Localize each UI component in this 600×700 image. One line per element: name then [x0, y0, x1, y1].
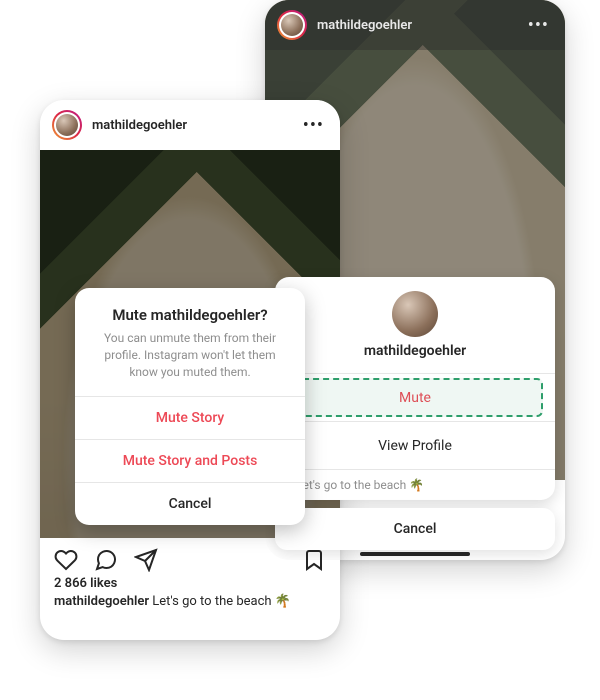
- avatar-story-ring[interactable]: [52, 110, 82, 140]
- sheet-username: mathildegoehler: [275, 343, 555, 373]
- mute-story-button[interactable]: Mute Story: [75, 396, 305, 439]
- avatar-image: [281, 14, 303, 36]
- bookmark-icon[interactable]: [302, 548, 326, 572]
- mute-story-and-posts-button[interactable]: Mute Story and Posts: [75, 439, 305, 482]
- avatar-story-ring[interactable]: [277, 10, 307, 40]
- post-caption: mathildegoehler Let's go to the beach 🌴: [40, 591, 340, 623]
- heart-icon[interactable]: [54, 548, 78, 572]
- sheet-caption-preview: r Let's go to the beach 🌴: [275, 469, 555, 500]
- share-icon[interactable]: [134, 548, 158, 572]
- action-sheet-card: mathildegoehler Mute View Profile r Let'…: [275, 277, 555, 500]
- sheet-avatar: [392, 291, 438, 337]
- phone-screen-mute-confirm: mathildegoehler ••• Mute mathildegoehler…: [40, 100, 340, 640]
- mute-label: Mute: [399, 390, 431, 406]
- home-indicator: [360, 552, 470, 556]
- mute-option[interactable]: Mute: [275, 373, 555, 421]
- view-profile-label: View Profile: [378, 438, 452, 454]
- post-header: mathildegoehler •••: [40, 100, 340, 150]
- post-header: mathildegoehler •••: [265, 0, 565, 50]
- view-profile-option[interactable]: View Profile: [275, 421, 555, 469]
- post-username[interactable]: mathildegoehler: [317, 18, 524, 33]
- caption-text: Let's go to the beach 🌴: [152, 594, 291, 609]
- phone-screen-mute-sheet: mathildegoehler ••• mathildegoehler Mute…: [265, 0, 565, 560]
- avatar-image: [56, 114, 78, 136]
- dialog-title: Mute mathildegoehler?: [75, 288, 305, 330]
- comment-icon[interactable]: [94, 548, 118, 572]
- sheet-avatar-wrap: [275, 277, 555, 343]
- likes-count[interactable]: 2 866 likes: [40, 576, 340, 591]
- caption-username[interactable]: mathildegoehler: [54, 594, 149, 609]
- action-sheet: mathildegoehler Mute View Profile r Let'…: [275, 277, 555, 550]
- more-icon[interactable]: •••: [524, 11, 553, 40]
- mute-confirm-dialog: Mute mathildegoehler? You can unmute the…: [75, 288, 305, 525]
- dialog-cancel-button[interactable]: Cancel: [75, 482, 305, 525]
- post-username[interactable]: mathildegoehler: [92, 118, 299, 133]
- dialog-description: You can unmute them from their profile. …: [75, 330, 305, 396]
- sheet-cancel-button[interactable]: Cancel: [275, 508, 555, 550]
- more-icon[interactable]: •••: [299, 111, 328, 140]
